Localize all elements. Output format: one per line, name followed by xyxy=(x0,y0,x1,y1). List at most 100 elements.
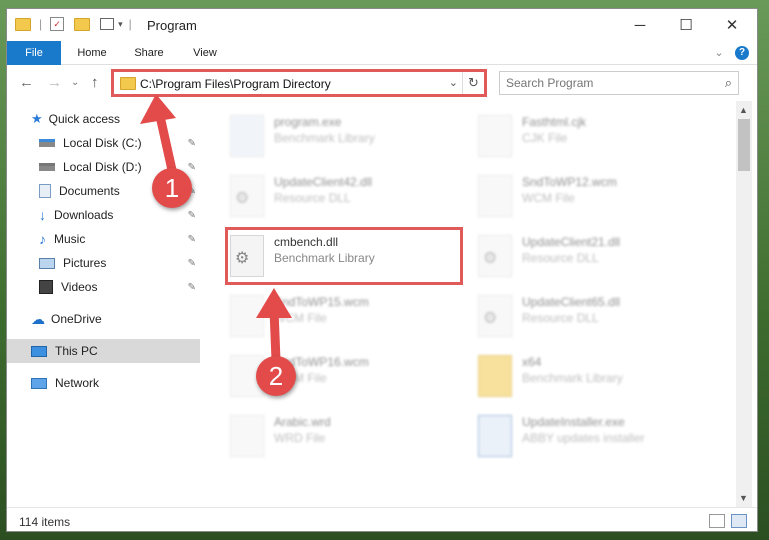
file-item[interactable]: ⚙ UpdateClient21.dll Resource DLL xyxy=(472,229,712,285)
sidebar-item-music[interactable]: ♪ Music ✎ xyxy=(7,227,200,251)
details-view-icon[interactable] xyxy=(709,514,725,528)
file-list: program.exe Benchmark Library Fasthtml.c… xyxy=(204,101,736,507)
explorer-window: | ✓ ▾ | Program ─ ☐ ✕ File Home Share Vi… xyxy=(6,8,758,532)
star-icon: ★ xyxy=(31,111,43,126)
sidebar-item-label: Quick access xyxy=(48,112,121,126)
dll-file-icon: ⚙ xyxy=(230,175,264,217)
sidebar-item-quick-access[interactable]: ★ Quick access xyxy=(7,107,200,131)
pictures-icon xyxy=(39,257,55,269)
pin-icon[interactable]: ✎ xyxy=(188,258,196,269)
sidebar-item-videos[interactable]: Videos ✎ xyxy=(7,275,200,299)
window-title: Program xyxy=(147,18,197,33)
gear-icon: ⚙ xyxy=(235,190,250,207)
file-type: Resource DLL xyxy=(522,311,599,325)
file-item[interactable]: UpdateInstaller.exe ABBY updates install… xyxy=(472,409,712,465)
sidebar-item-onedrive[interactable]: ☁ OneDrive xyxy=(7,307,200,331)
cloud-icon: ☁ xyxy=(31,310,45,327)
toolbar-dropdown-icon[interactable]: ▾ xyxy=(118,19,123,30)
tab-share[interactable]: Share xyxy=(127,41,171,65)
quick-access-toolbar: | ✓ ▾ | xyxy=(15,17,132,31)
sidebar-item-label: OneDrive xyxy=(51,312,102,326)
file-item[interactable]: SndToWP12.wcm WCM File xyxy=(472,169,712,225)
sidebar-item-label: Documents xyxy=(59,184,120,198)
documents-icon xyxy=(39,184,51,198)
maximize-button[interactable]: ☐ xyxy=(663,9,709,41)
sidebar-item-label: Local Disk (C:) xyxy=(63,136,142,150)
music-icon: ♪ xyxy=(39,231,46,247)
sidebar-item-network[interactable]: Network xyxy=(7,371,200,395)
sidebar-item-this-pc[interactable]: This PC xyxy=(7,339,200,363)
file-name: UpdateClient21.dll xyxy=(522,235,621,249)
file-icon xyxy=(230,295,264,337)
minimize-button[interactable]: ─ xyxy=(617,9,663,41)
tab-view[interactable]: View xyxy=(185,41,225,65)
large-icons-view-icon[interactable] xyxy=(731,514,747,528)
file-item[interactable]: ⚙ UpdateClient42.dll Resource DLL xyxy=(224,169,464,225)
customize-toolbar-icon[interactable] xyxy=(100,18,115,30)
properties-icon[interactable]: ✓ xyxy=(50,17,65,31)
back-arrow-icon[interactable]: ← xyxy=(19,74,34,91)
folder-icon xyxy=(15,17,31,31)
new-folder-icon[interactable] xyxy=(74,17,91,31)
sidebar-item-label: Videos xyxy=(61,280,98,294)
tab-file[interactable]: File xyxy=(7,41,61,65)
search-input[interactable] xyxy=(506,73,706,93)
file-name: SndToWP12.wcm xyxy=(522,175,617,189)
drive-icon xyxy=(39,163,55,171)
sidebar-item-label: Pictures xyxy=(63,256,107,270)
pin-icon[interactable]: ✎ xyxy=(188,138,196,149)
up-arrow-icon[interactable]: ↑ xyxy=(91,74,99,91)
sidebar-item-label: Local Disk (D:) xyxy=(63,160,142,174)
file-type: Benchmark Library xyxy=(274,131,375,145)
title-bar: | ✓ ▾ | Program ─ ☐ ✕ xyxy=(7,9,757,41)
pin-icon[interactable]: ✎ xyxy=(188,282,196,293)
sidebar-item-local-disk-c[interactable]: Local Disk (C:) ✎ xyxy=(7,131,200,155)
file-item[interactable]: SndToWP15.wcm WCM File xyxy=(224,289,464,345)
file-icon xyxy=(230,415,264,457)
sidebar-item-pictures[interactable]: Pictures ✎ xyxy=(7,251,200,275)
file-item[interactable]: Fasthtml.cjk CJK File xyxy=(472,109,712,165)
navigation-pane: ★ Quick access Local Disk (C:) ✎ Local D… xyxy=(7,101,200,507)
toolbar-divider: | xyxy=(39,17,43,31)
file-item[interactable]: ⚙ UpdateClient65.dll Resource DLL xyxy=(472,289,712,345)
file-name: UpdateClient65.dll xyxy=(522,295,621,309)
recent-locations-icon[interactable]: ⌄ xyxy=(71,77,79,88)
sidebar-item-label: Network xyxy=(55,376,100,390)
tab-home[interactable]: Home xyxy=(71,41,113,65)
pin-icon[interactable]: ✎ xyxy=(188,234,196,245)
sidebar-item-label: Downloads xyxy=(54,208,114,222)
file-item[interactable]: Arabic.wrd WRD File xyxy=(224,409,464,465)
file-item[interactable]: x64 Benchmark Library xyxy=(472,349,712,405)
close-button[interactable]: ✕ xyxy=(709,9,755,41)
file-name: Fasthtml.cjk xyxy=(522,115,587,129)
forward-arrow-icon[interactable]: → xyxy=(47,74,62,91)
file-name: program.exe xyxy=(274,115,342,129)
file-type: Resource DLL xyxy=(274,191,351,205)
pin-icon[interactable]: ✎ xyxy=(188,210,196,221)
callout-2: 2 xyxy=(256,356,296,396)
file-name: SndToWP15.wcm xyxy=(274,295,369,309)
file-item[interactable]: program.exe Benchmark Library xyxy=(224,109,464,165)
scroll-down-icon[interactable]: ▼ xyxy=(739,493,748,503)
scrollbar-thumb[interactable] xyxy=(738,119,750,171)
videos-icon xyxy=(39,280,53,294)
file-icon xyxy=(478,115,512,157)
ribbon-tabs: File Home Share View ⌄ ? xyxy=(7,41,757,65)
file-highlight-box xyxy=(225,227,463,285)
exe-file-icon xyxy=(230,115,264,157)
ribbon-expand-icon[interactable]: ⌄ xyxy=(711,41,727,65)
search-box[interactable]: ⌕ xyxy=(499,71,739,95)
file-icon xyxy=(478,175,512,217)
file-type: WCM File xyxy=(274,311,327,325)
pin-icon[interactable]: ✎ xyxy=(188,162,196,173)
vertical-scrollbar[interactable]: ▲ ▼ xyxy=(736,101,752,507)
computer-icon xyxy=(31,345,47,357)
help-icon[interactable]: ? xyxy=(735,46,749,60)
sidebar-item-label: This PC xyxy=(55,344,98,358)
search-icon[interactable]: ⌕ xyxy=(725,75,732,91)
file-type: WRD File xyxy=(274,431,326,445)
toolbar-divider: | xyxy=(128,17,132,31)
scroll-up-icon[interactable]: ▲ xyxy=(739,105,748,115)
download-icon: ↓ xyxy=(39,207,46,223)
status-bar: 114 items xyxy=(7,507,757,531)
